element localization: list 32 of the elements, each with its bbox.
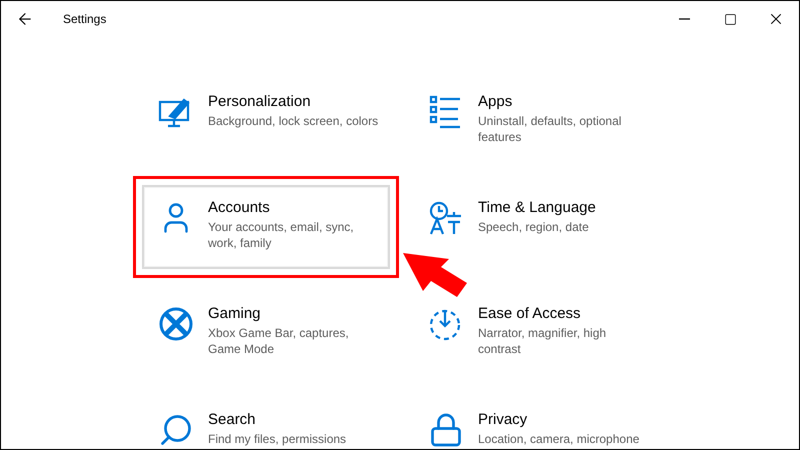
- category-tile[interactable]: Apps Uninstall, defaults, optional features: [412, 79, 660, 163]
- category-description: Speech, region, date: [478, 219, 590, 235]
- category-title: Search: [208, 410, 257, 430]
- category-title: Ease of Access: [478, 304, 582, 324]
- category-description: Location, camera, microphone: [478, 431, 640, 447]
- category-description: Background, lock screen, colors: [208, 113, 378, 129]
- category-tile[interactable]: Search Find my files, permissions: [142, 397, 390, 449]
- category-title: Gaming: [208, 304, 262, 324]
- category-tile[interactable]: Ease of Access Narrator, magnifier, high contrast: [412, 291, 660, 375]
- category-tile[interactable]: Gaming Xbox Game Bar, captures, Game Mode: [142, 291, 390, 375]
- maximize-icon: [724, 12, 736, 26]
- window-title: Settings: [63, 11, 106, 28]
- category-title: Apps: [478, 92, 514, 112]
- category-tile[interactable]: Accounts Your accounts, email, sync, work, family: [142, 185, 390, 269]
- category-title: Personalization: [208, 92, 312, 112]
- category-description: Uninstall, defaults, optional features: [478, 113, 622, 145]
- category-tile[interactable]: Privacy Location, camera, microphone: [412, 397, 660, 449]
- category-description: Xbox Game Bar, captures, Game Mode: [208, 325, 350, 357]
- clock-letter-icon: [428, 200, 464, 236]
- category-title: Time & Language: [478, 198, 596, 218]
- lock-icon: [428, 412, 464, 448]
- category-title: Privacy: [478, 410, 528, 430]
- pointer-arrow: [401, 251, 469, 299]
- circle-x-icon: [158, 306, 194, 342]
- category-description: Your accounts, email, sync, work, family: [208, 219, 355, 251]
- category-title: Accounts: [208, 198, 271, 218]
- search-icon: [158, 412, 194, 448]
- category-description: Narrator, magnifier, high contrast: [478, 325, 608, 357]
- category-description: Find my files, permissions: [208, 431, 346, 447]
- minimize-icon: [678, 18, 690, 20]
- category-tile[interactable]: Personalization Background, lock screen, colors: [142, 79, 390, 163]
- category-tile[interactable]: Time & Language Speech, region, date: [412, 185, 660, 269]
